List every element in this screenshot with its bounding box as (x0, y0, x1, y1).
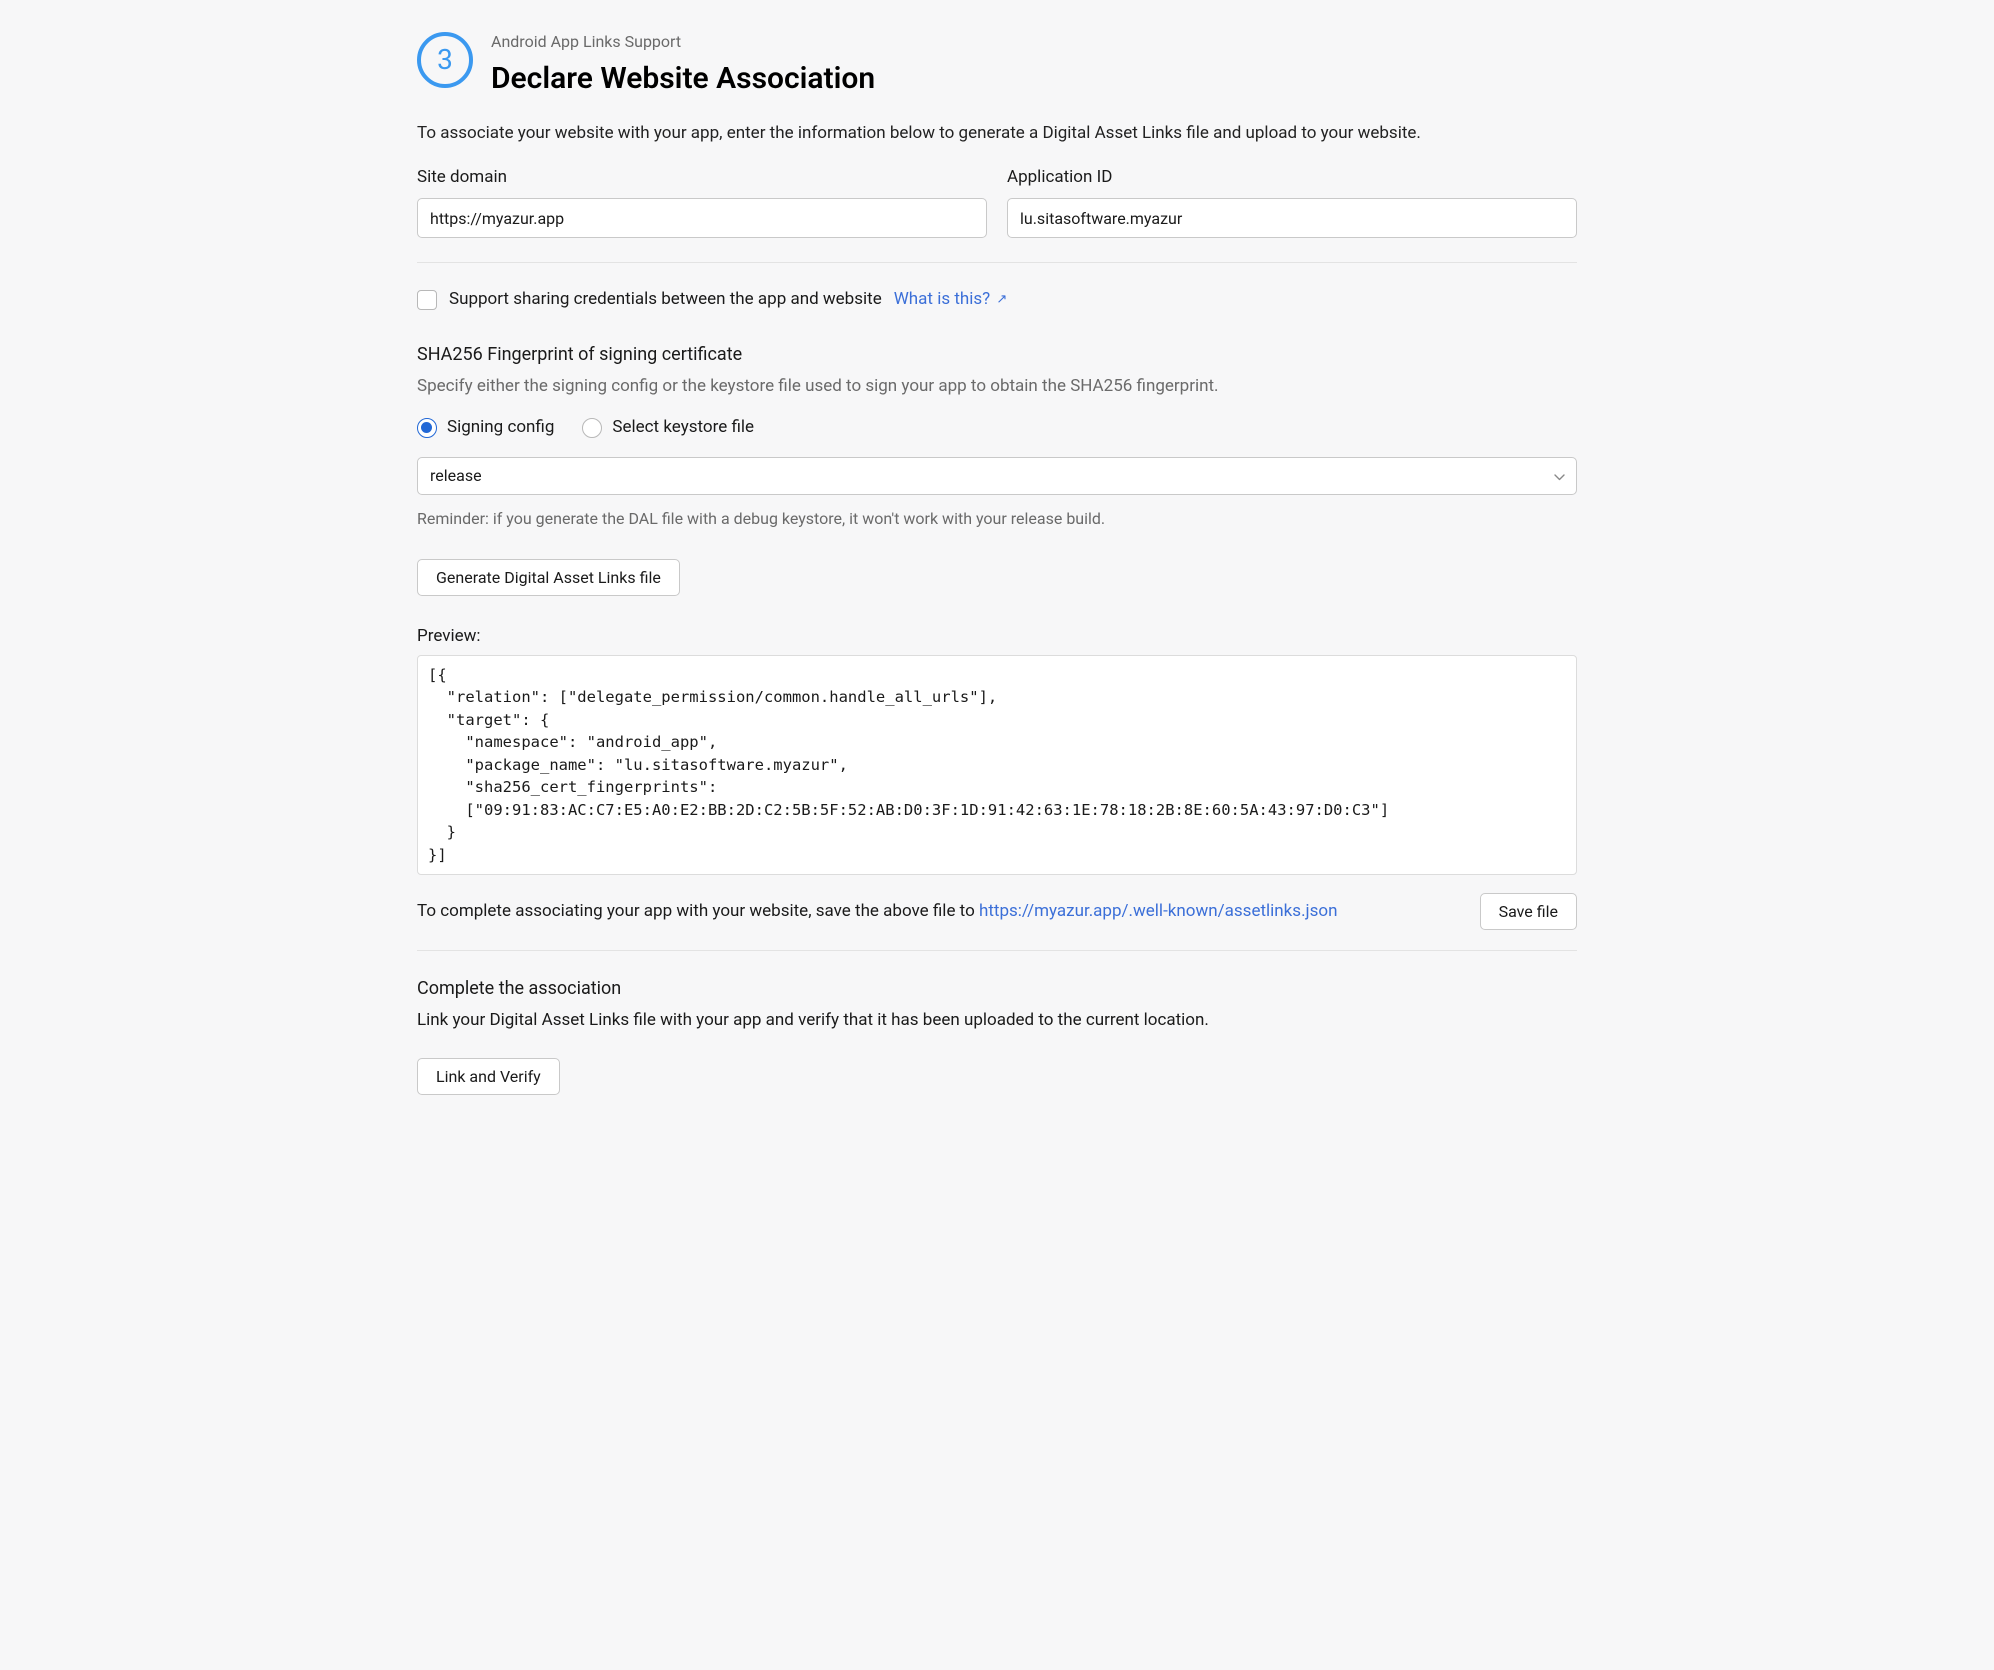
what-is-this-text: What is this? (894, 289, 990, 309)
radio-signing-config-label: Signing config (447, 415, 554, 441)
credentials-checkbox-label: Support sharing credentials between the … (449, 287, 882, 313)
form-row: Site domain Application ID (417, 165, 1577, 239)
fingerprint-radio-group: Signing config Select keystore file (417, 415, 1577, 441)
radio-signing-config[interactable]: Signing config (417, 415, 554, 441)
external-link-icon: ↗ (996, 292, 1007, 307)
what-is-this-link[interactable]: What is this? ↗ (894, 287, 1008, 313)
radio-signing-config-btn (417, 418, 437, 438)
site-domain-input[interactable] (417, 198, 987, 238)
signing-config-select-wrap (417, 457, 1577, 495)
application-id-col: Application ID (1007, 165, 1577, 239)
keystore-reminder: Reminder: if you generate the DAL file w… (417, 507, 1577, 531)
save-instruction: To complete associating your app with yo… (417, 899, 1337, 925)
preview-content: [{ "relation": ["delegate_permission/com… (417, 655, 1577, 875)
header-row: 3 Android App Links Support Declare Webs… (417, 30, 1577, 101)
radio-keystore[interactable]: Select keystore file (582, 415, 754, 441)
section-divider (417, 262, 1577, 263)
save-file-button[interactable]: Save file (1480, 893, 1577, 930)
generate-dal-button[interactable]: Generate Digital Asset Links file (417, 559, 680, 596)
application-id-input[interactable] (1007, 198, 1577, 238)
save-instruction-prefix: To complete associating your app with yo… (417, 901, 979, 921)
site-domain-label: Site domain (417, 165, 987, 191)
application-id-label: Application ID (1007, 165, 1577, 191)
radio-keystore-btn (582, 418, 602, 438)
complete-text: Link your Digital Asset Links file with … (417, 1008, 1577, 1034)
assetlinks-url-link[interactable]: https://myazur.app/.well-known/assetlink… (979, 901, 1338, 921)
credentials-checkbox[interactable] (417, 290, 437, 310)
site-domain-col: Site domain (417, 165, 987, 239)
header-titles: Android App Links Support Declare Websit… (491, 30, 875, 101)
preview-label: Preview: (417, 624, 1577, 650)
link-and-verify-button[interactable]: Link and Verify (417, 1058, 560, 1095)
fingerprint-description: Specify either the signing config or the… (417, 374, 1577, 400)
fingerprint-heading: SHA256 Fingerprint of signing certificat… (417, 341, 1577, 368)
step-number-circle: 3 (417, 32, 473, 88)
complete-heading: Complete the association (417, 975, 1577, 1002)
page-title: Declare Website Association (491, 56, 875, 101)
save-file-row: To complete associating your app with yo… (417, 893, 1577, 930)
page-subtitle: Android App Links Support (491, 30, 875, 54)
credentials-checkbox-row: Support sharing credentials between the … (417, 287, 1577, 313)
radio-keystore-label: Select keystore file (612, 415, 754, 441)
intro-text: To associate your website with your app,… (417, 121, 1577, 147)
signing-config-select[interactable] (417, 457, 1577, 495)
section-divider-2 (417, 950, 1577, 951)
page-container: 3 Android App Links Support Declare Webs… (377, 0, 1617, 1135)
